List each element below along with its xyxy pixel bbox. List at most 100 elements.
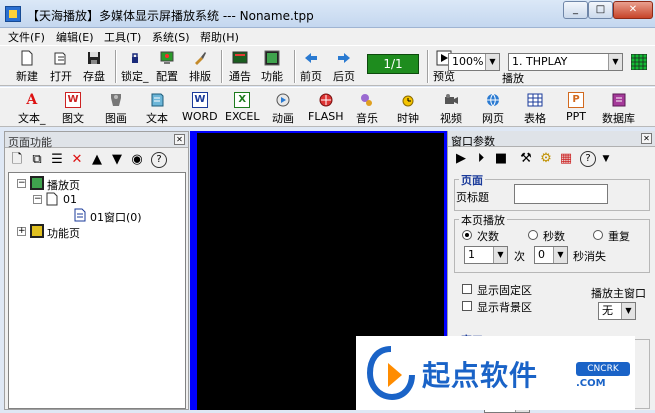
page-function-title: 页面功能 xyxy=(8,136,52,149)
play-main-window-value: 无 xyxy=(602,304,613,317)
insert-flash-button[interactable]: FLASH xyxy=(308,92,344,123)
minimize-button[interactable]: _ xyxy=(563,1,588,19)
insert-toolbar: A 文本_ W 图文 图画 文本 W WORD X EXCEL 动画 FLASH… xyxy=(0,87,655,127)
play-main-window-select[interactable]: 无 ▼ xyxy=(598,302,636,320)
monitor-icon xyxy=(160,51,174,64)
insert-ppt-button[interactable]: P PPT xyxy=(566,92,586,123)
tree-node-page-01[interactable]: 01 xyxy=(63,193,77,206)
restore-button[interactable]: □ xyxy=(588,1,613,19)
chevron-down-icon: ▼ xyxy=(621,303,635,319)
panel-close-icon[interactable]: ✕ xyxy=(641,133,652,144)
move-down-icon[interactable]: ▼ xyxy=(109,152,125,168)
zoom-select[interactable]: 100% ▼ xyxy=(448,53,500,71)
insert-animation-label: 动画 xyxy=(272,112,294,125)
tree-expand-icon[interactable]: + xyxy=(17,227,26,236)
insert-animation-button[interactable]: 动画 xyxy=(272,92,294,126)
grid-layout-icon[interactable]: ▦ xyxy=(558,151,574,167)
show-background-checkbox[interactable] xyxy=(462,301,472,311)
page-title-input[interactable] xyxy=(514,184,608,204)
grid-icon[interactable] xyxy=(631,54,647,70)
menu-system[interactable]: 系统(S) xyxy=(152,29,190,45)
radio-times-label: 次数 xyxy=(477,230,499,243)
insert-plaintext-button[interactable]: 文本 xyxy=(146,92,168,126)
menu-file[interactable]: 文件(F) xyxy=(8,29,45,45)
tree-collapse-icon[interactable]: − xyxy=(17,179,26,188)
menu-edit[interactable]: 编辑(E) xyxy=(56,29,94,45)
close-button[interactable]: ✕ xyxy=(613,1,653,19)
function-button[interactable]: 功能 xyxy=(261,50,283,84)
save-button[interactable]: 存盘 xyxy=(83,50,105,84)
list-icon[interactable]: ☰ xyxy=(49,152,65,168)
insert-video-button[interactable]: 视频 xyxy=(440,92,462,126)
toolbar-separator xyxy=(427,50,429,83)
copy-page-icon[interactable]: ⧉ xyxy=(29,152,45,168)
radio-repeat[interactable] xyxy=(593,230,603,240)
tree-node-play-page[interactable]: 播放页 xyxy=(47,177,80,193)
chevron-down-icon: ▼ xyxy=(485,54,499,70)
insert-word-label: WORD xyxy=(182,110,218,123)
tools-icon[interactable]: ⚒ xyxy=(518,151,534,167)
function-screen-icon xyxy=(264,50,280,66)
times-value: 1 xyxy=(468,248,475,261)
page-group-title: 页面 xyxy=(459,172,485,188)
new-page-icon[interactable]: 🗋 xyxy=(9,152,25,168)
insert-webpage-button[interactable]: 网页 xyxy=(482,92,504,126)
chevron-down-icon: ▼ xyxy=(493,247,507,263)
radio-times[interactable] xyxy=(462,230,472,240)
globe-icon xyxy=(487,93,499,107)
watermark-overlay: 起点软件 CNCRK .COM xyxy=(356,336,635,410)
insert-excel-button[interactable]: X EXCEL xyxy=(225,92,259,123)
seconds-select[interactable]: 0 ▼ xyxy=(534,246,568,264)
tree-node-function-page[interactable]: 功能页 xyxy=(47,225,80,241)
tree-collapse-icon[interactable]: − xyxy=(33,195,42,204)
open-folder-icon xyxy=(54,52,66,65)
show-fixed-area-checkbox[interactable] xyxy=(462,284,472,294)
insert-word-button[interactable]: W WORD xyxy=(182,92,218,123)
radio-seconds-label: 秒数 xyxy=(543,230,565,243)
menu-tools[interactable]: 工具(T) xyxy=(104,29,141,45)
insert-picture-label: 图画 xyxy=(105,112,127,125)
open-button[interactable]: 打开 xyxy=(50,50,72,84)
insert-image-text-button[interactable]: W 图文 xyxy=(62,92,84,126)
insert-music-button[interactable]: 音乐 xyxy=(356,92,378,126)
eye-icon[interactable]: ◉ xyxy=(129,152,145,168)
insert-table-button[interactable]: 表格 xyxy=(524,92,546,126)
prev-page-button[interactable]: 前页 xyxy=(300,50,322,84)
save-label: 存盘 xyxy=(83,70,105,83)
insert-text-button[interactable]: A 文本_ xyxy=(18,92,46,126)
preview-label: 预览 xyxy=(433,70,455,83)
insert-image-text-label: 图文 xyxy=(62,112,84,125)
play-file-select[interactable]: 1. THPLAY ▼ xyxy=(508,53,623,71)
menu-help[interactable]: 帮助(H) xyxy=(200,29,239,45)
times-select[interactable]: 1 ▼ xyxy=(464,246,508,264)
new-button[interactable]: 新建 xyxy=(16,50,38,84)
tree-node-window[interactable]: 01窗口(0) xyxy=(90,209,142,225)
notice-button[interactable]: 通告 xyxy=(229,50,251,84)
move-up-icon[interactable]: ▲ xyxy=(89,152,105,168)
lock-button[interactable]: 锁定_ xyxy=(121,50,149,84)
show-background-label: 显示背景区 xyxy=(477,301,532,314)
panel-close-icon[interactable]: ✕ xyxy=(174,134,185,145)
toolbar-separator xyxy=(115,50,117,83)
function-label: 功能 xyxy=(261,70,283,83)
layout-button[interactable]: 排版 xyxy=(189,50,211,84)
insert-clock-label: 时钟 xyxy=(397,112,419,125)
delete-icon[interactable]: ✕ xyxy=(69,152,85,168)
insert-clock-button[interactable]: 时钟 xyxy=(397,92,419,126)
chevron-down-icon[interactable]: ▼ xyxy=(598,151,614,167)
stop-icon[interactable]: ■ xyxy=(493,151,509,167)
help-icon[interactable]: ? xyxy=(151,152,167,168)
play-frame-icon[interactable]: ⏵ xyxy=(473,151,489,167)
next-page-button[interactable]: 后页 xyxy=(333,50,355,84)
help-icon[interactable]: ? xyxy=(580,151,596,167)
seconds-value: 0 xyxy=(538,248,545,261)
gear-icon[interactable]: ⚙ xyxy=(538,151,554,167)
config-button[interactable]: 配置 xyxy=(156,50,178,84)
window-doc-icon xyxy=(74,208,86,222)
window-params-title: 窗口参数 xyxy=(451,135,495,148)
insert-database-button[interactable]: 数据库 xyxy=(602,92,635,126)
insert-picture-button[interactable]: 图画 xyxy=(105,92,127,126)
insert-table-label: 表格 xyxy=(524,112,546,125)
radio-seconds[interactable] xyxy=(528,230,538,240)
play-icon[interactable]: ▶ xyxy=(453,151,469,167)
